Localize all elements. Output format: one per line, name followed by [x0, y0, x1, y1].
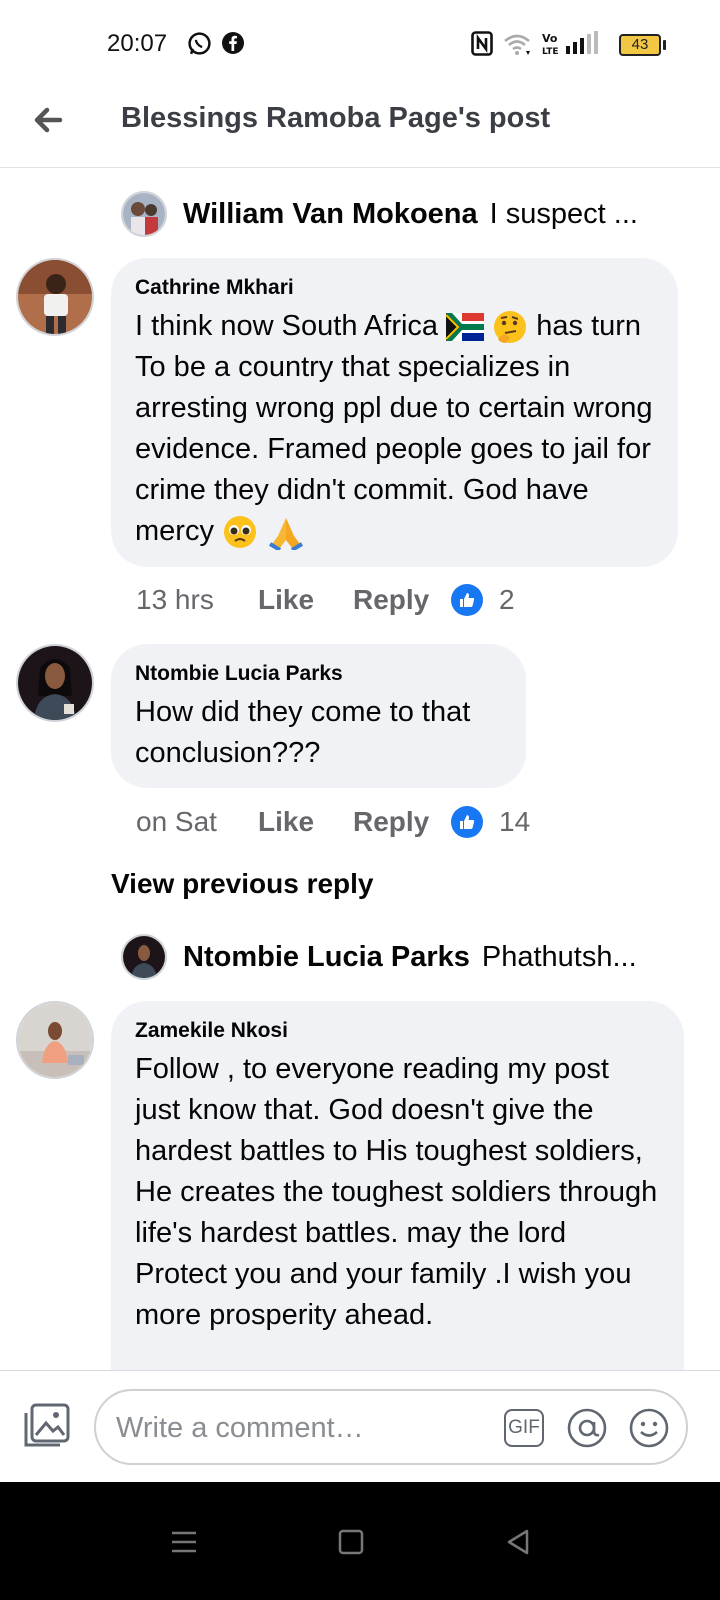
thumbs-up-icon[interactable]	[451, 584, 483, 616]
reply-author[interactable]: William Van Mokoena	[183, 198, 478, 231]
avatar[interactable]	[16, 258, 94, 336]
avatar[interactable]	[121, 934, 167, 980]
home-button[interactable]	[331, 1522, 371, 1562]
reaction-count[interactable]: 2	[499, 584, 515, 616]
comment-time[interactable]: 13 hrs	[136, 584, 258, 616]
reply-author[interactable]: Ntombie Lucia Parks	[183, 941, 470, 974]
photo-icon	[24, 1403, 70, 1447]
reply-snippet: I suspect ...	[489, 197, 638, 230]
comment-actions: 13 hrs Like Reply 2	[136, 580, 515, 620]
whatsapp-icon	[188, 32, 211, 55]
collapsed-reply[interactable]: William Van Mokoena I suspect ...	[121, 189, 681, 239]
menu-icon	[172, 1531, 196, 1553]
smiley-icon	[629, 1408, 669, 1448]
emoji-button[interactable]	[628, 1407, 670, 1449]
arrow-left-icon	[34, 107, 63, 133]
battery-icon: 43	[619, 34, 661, 56]
nfc-icon	[471, 31, 493, 56]
comment-text: How did they come to that conclusion???	[135, 696, 471, 769]
reply-button[interactable]: Reply	[353, 584, 451, 616]
like-button[interactable]: Like	[258, 806, 353, 838]
battery-level: 43	[631, 36, 649, 53]
like-button[interactable]: Like	[258, 584, 353, 616]
pleading-face-icon	[224, 516, 257, 549]
comment-text: I think now South Africa has turn To be …	[135, 306, 654, 552]
comment-text-part: has turn To be a country that specialize…	[135, 310, 653, 547]
comment-input-container[interactable]: GIF	[94, 1389, 688, 1465]
mention-button[interactable]	[566, 1407, 608, 1449]
thinking-face-icon	[494, 311, 527, 344]
avatar[interactable]	[121, 191, 167, 237]
wifi-icon	[504, 34, 530, 55]
page-title: Blessings Ramoba Page's post	[121, 102, 551, 134]
comment-author[interactable]: Ntombie Lucia Parks	[135, 662, 502, 686]
comment-text: Follow , to everyone reading my post jus…	[135, 1053, 658, 1331]
status-bar: 20:07 Vo LTE 43	[0, 0, 720, 90]
menu-button[interactable]	[164, 1522, 204, 1562]
comment-bubble[interactable]: Cathrine Mkhari I think now South Africa…	[111, 258, 678, 567]
facebook-icon	[222, 32, 244, 54]
avatar[interactable]	[16, 644, 94, 722]
folded-hands-icon	[269, 518, 304, 551]
back-nav-button[interactable]	[498, 1522, 538, 1562]
reply-button[interactable]: Reply	[353, 806, 451, 838]
thumbs-up-icon[interactable]	[451, 806, 483, 838]
comment-author[interactable]: Zamekile Nkosi	[135, 1019, 660, 1043]
signal-icon	[566, 31, 598, 54]
system-nav-bar	[0, 1482, 720, 1600]
status-time: 20:07	[107, 30, 168, 57]
home-square-icon	[338, 1529, 364, 1555]
reply-snippet: Phathutsh...	[481, 940, 637, 973]
comment-author[interactable]: Cathrine Mkhari	[135, 276, 654, 300]
comment-actions: on Sat Like Reply 14	[136, 802, 530, 842]
comment-bubble[interactable]: Zamekile Nkosi Follow , to everyone read…	[111, 1001, 684, 1421]
volte-icon: Vo LTE	[542, 32, 559, 57]
back-button[interactable]	[28, 98, 72, 142]
comment-input[interactable]	[116, 1409, 496, 1447]
header: Blessings Ramoba Page's post	[0, 90, 720, 168]
back-triangle-icon	[507, 1529, 529, 1555]
comment-bubble[interactable]: Ntombie Lucia Parks How did they come to…	[111, 644, 526, 788]
battery-tip	[663, 40, 666, 50]
comment-text-part: I think now South Africa	[135, 310, 439, 342]
comment-composer: GIF	[0, 1370, 720, 1482]
svg-text:Vo: Vo	[542, 32, 558, 45]
collapsed-reply[interactable]: Ntombie Lucia Parks Phathutsh...	[121, 932, 681, 982]
gif-button[interactable]: GIF	[504, 1409, 544, 1447]
svg-text:LTE: LTE	[542, 47, 559, 57]
at-sign-icon	[567, 1408, 607, 1448]
photo-button[interactable]	[22, 1401, 72, 1451]
reaction-count[interactable]: 14	[499, 806, 530, 838]
south-africa-flag-icon	[446, 313, 485, 342]
avatar[interactable]	[16, 1001, 94, 1079]
comment-time[interactable]: on Sat	[136, 806, 258, 838]
view-previous-reply-link[interactable]: View previous reply	[111, 868, 374, 900]
